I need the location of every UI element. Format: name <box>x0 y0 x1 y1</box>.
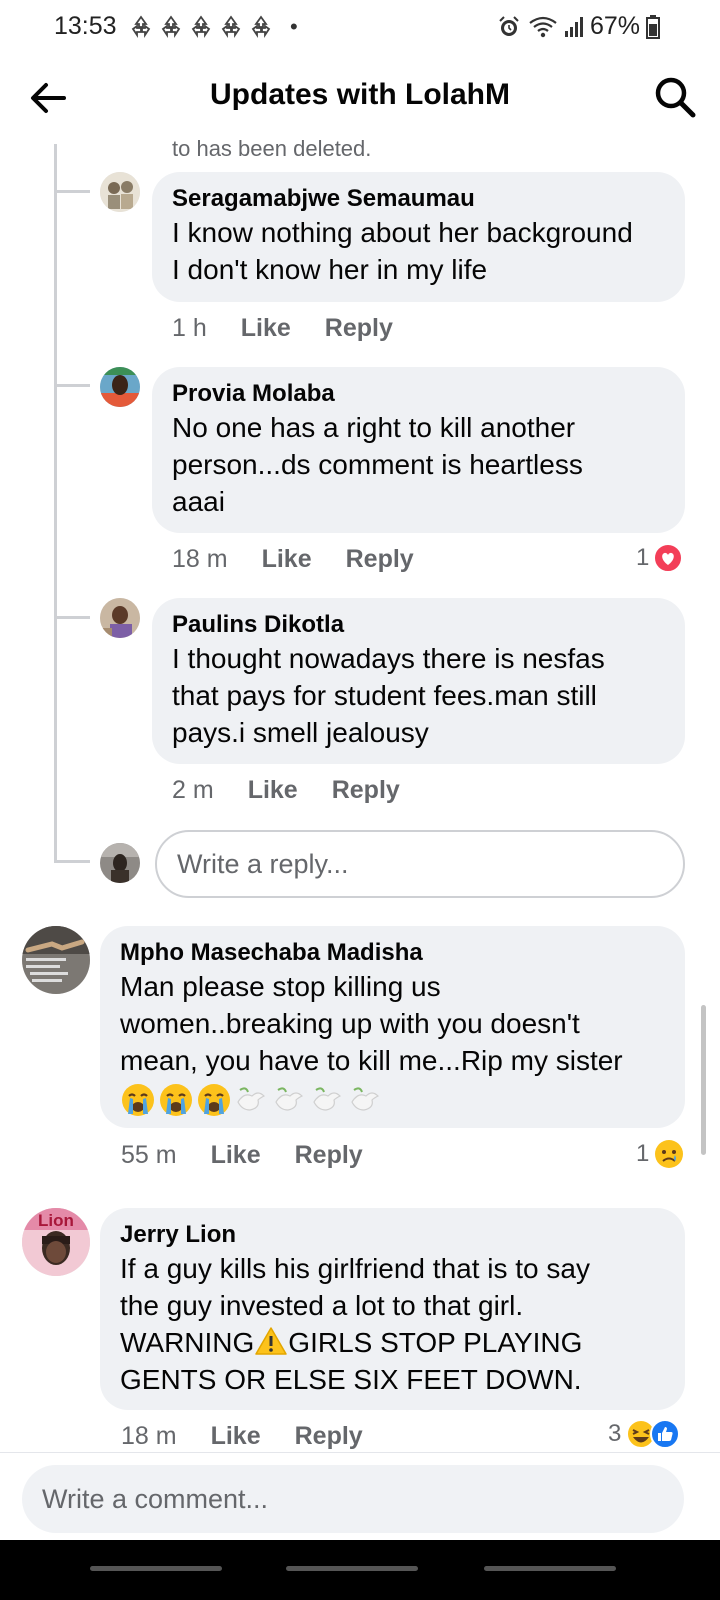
recycle-icon <box>161 15 181 38</box>
like-button[interactable]: Like <box>211 1422 261 1451</box>
comment-actions: 55 m Like Reply <box>121 1141 397 1170</box>
warning-emoji-icon <box>255 1327 288 1355</box>
notification-dot: • <box>290 14 298 39</box>
avatar[interactable] <box>100 598 140 638</box>
page-title: Updates with LolahM <box>210 78 510 111</box>
comment-author[interactable]: Jerry Lion <box>120 1220 665 1250</box>
comment-time: 1 h <box>172 314 207 342</box>
alarm-icon <box>499 15 519 36</box>
thread-line <box>54 144 57 862</box>
crying-face-emoji-icon <box>122 1084 154 1116</box>
comment-text: If a guy kills his girlfriend that is to… <box>120 1250 665 1398</box>
reaction-count: 1 <box>636 544 650 571</box>
sad-reaction-icon <box>655 1140 684 1168</box>
comment-bubble[interactable]: Paulins Dikotla I thought nowadays there… <box>152 598 685 764</box>
like-button[interactable]: Like <box>248 776 298 805</box>
reaction-summary[interactable]: 1 <box>636 543 684 573</box>
comment-bubble[interactable]: Provia Molaba No one has a right to kill… <box>152 367 685 533</box>
battery-icon <box>646 14 660 39</box>
reaction-count: 3 <box>608 1420 622 1447</box>
reaction-summary[interactable]: 1 <box>636 1138 685 1170</box>
nav-home-button[interactable] <box>286 1566 418 1571</box>
avatar[interactable] <box>100 172 140 212</box>
notification-icons <box>128 14 274 40</box>
love-reaction-icon <box>653 543 684 573</box>
wifi-icon <box>529 16 557 37</box>
avatar[interactable]: Lion <box>22 1208 90 1276</box>
current-user-avatar <box>100 843 140 883</box>
avatar[interactable] <box>100 367 140 407</box>
comment-time: 55 m <box>121 1141 177 1169</box>
reply-button[interactable]: Reply <box>295 1141 363 1170</box>
like-button[interactable]: Like <box>262 545 312 574</box>
comment-text: No one has a right to kill another perso… <box>172 412 583 517</box>
comment-bubble[interactable]: Jerry Lion If a guy kills his girlfriend… <box>100 1208 685 1410</box>
app-header: Updates with LolahM <box>0 56 720 142</box>
avatar[interactable] <box>22 926 90 994</box>
crying-face-emoji-icon <box>160 1084 192 1116</box>
like-reaction-icon <box>650 1419 681 1449</box>
thread-connector <box>54 384 90 387</box>
dove-emoji-icon <box>237 1087 266 1111</box>
search-icon[interactable] <box>652 74 698 120</box>
reaction-summary[interactable]: 3 <box>608 1418 681 1450</box>
thread-connector <box>54 616 90 619</box>
comment-text: I know nothing about her background I do… <box>172 217 633 285</box>
comment-actions: 18 m Like Reply <box>121 1422 397 1451</box>
reply-button[interactable]: Reply <box>346 545 414 574</box>
comment-input[interactable]: Write a comment... <box>22 1465 684 1533</box>
comment-composer: Write a comment... <box>0 1452 720 1552</box>
comment-author[interactable]: Paulins Dikotla <box>172 610 665 640</box>
reply-button[interactable]: Reply <box>325 314 393 343</box>
comment-author[interactable]: Seragamabjwe Semaumau <box>172 184 665 214</box>
avatar-lion-text: Lion <box>38 1211 74 1230</box>
comment-emojis <box>120 1081 665 1119</box>
recycle-icon <box>221 15 241 38</box>
comment-text: I thought nowadays there is nesfas that … <box>172 643 605 748</box>
comment-bubble[interactable]: Mpho Masechaba Madisha Man please stop k… <box>100 926 685 1128</box>
comment-time: 18 m <box>121 1422 177 1450</box>
reply-button[interactable]: Reply <box>295 1422 363 1451</box>
comment-author[interactable]: Mpho Masechaba Madisha <box>120 938 665 968</box>
dove-emoji-icon <box>275 1087 304 1111</box>
comment-time: 2 m <box>172 776 214 804</box>
comment-actions: 1 h Like Reply <box>172 314 427 343</box>
like-button[interactable]: Like <box>241 314 291 343</box>
status-right: 67% <box>496 12 660 41</box>
comment-author[interactable]: Provia Molaba <box>172 379 665 409</box>
nav-back-button[interactable] <box>484 1566 616 1571</box>
reply-input[interactable]: Write a reply... <box>155 830 685 898</box>
comment-actions: 2 m Like Reply <box>172 776 434 805</box>
thread-connector <box>54 190 90 193</box>
status-time: 13:53 <box>54 12 117 40</box>
comment-time: 18 m <box>172 545 228 573</box>
scrollbar[interactable] <box>701 1005 706 1155</box>
reply-button[interactable]: Reply <box>332 776 400 805</box>
recycle-icon <box>191 15 211 38</box>
status-bar: 13:53 • 67% <box>0 0 720 56</box>
comment-text: Man please stop killing us women..breaki… <box>120 971 623 1076</box>
comment-actions: 18 m Like Reply <box>172 545 448 574</box>
deleted-notice: to has been deleted. <box>172 136 372 161</box>
like-button[interactable]: Like <box>211 1141 261 1170</box>
crying-face-emoji-icon <box>198 1084 230 1116</box>
dove-emoji-icon <box>313 1087 342 1111</box>
reaction-count: 1 <box>636 1140 650 1167</box>
dove-emoji-icon <box>351 1087 380 1111</box>
battery-percent: 67% <box>589 12 640 40</box>
recycle-icon <box>251 15 271 38</box>
comment-bubble[interactable]: Seragamabjwe Semaumau I know nothing abo… <box>152 172 685 302</box>
signal-icon <box>564 16 583 37</box>
nav-recents-button[interactable] <box>90 1566 222 1571</box>
thread-connector <box>54 860 90 863</box>
recycle-icon <box>131 15 151 38</box>
system-nav-bar <box>0 1540 720 1600</box>
